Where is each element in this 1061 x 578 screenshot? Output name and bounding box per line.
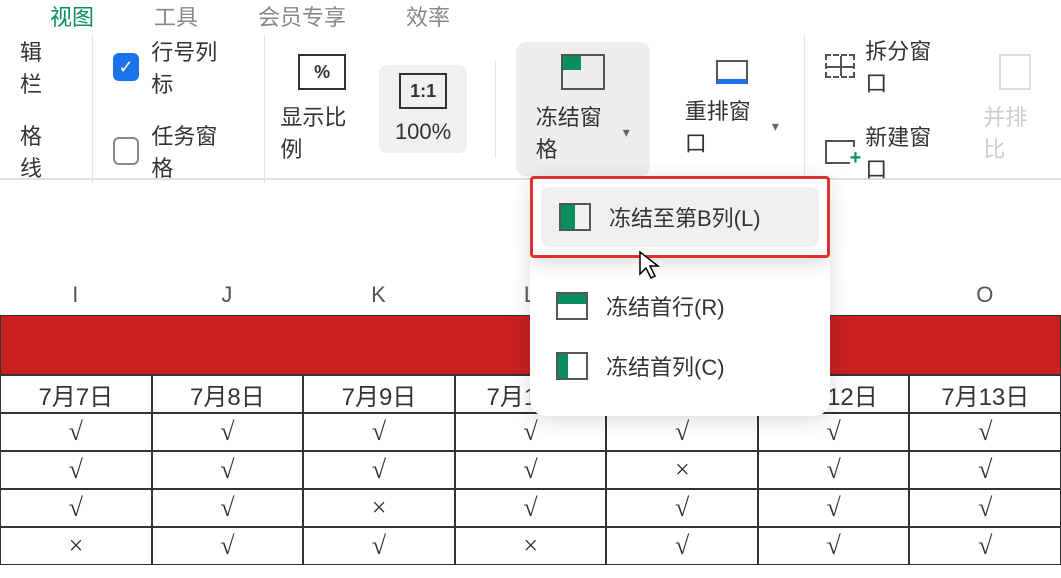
side-by-side-icon <box>999 54 1031 90</box>
chevron-down-icon: ▾ <box>772 118 779 135</box>
chevron-down-icon: ▾ <box>623 124 630 141</box>
cell[interactable]: √ <box>0 489 152 527</box>
gridlines-label: 格线 <box>20 119 62 183</box>
percent-icon: % <box>298 54 346 90</box>
cell[interactable]: 7月8日 <box>152 375 304 413</box>
rearrange-window-button[interactable]: 重排窗口 ▾ <box>670 60 794 158</box>
tab-efficiency[interactable]: 效率 <box>406 0 450 30</box>
zoom-ratio-label: 显示比例 <box>280 100 364 164</box>
cell[interactable]: √ <box>303 451 455 489</box>
cell[interactable]: √ <box>303 413 455 451</box>
tab-bar: 视图 工具 会员专享 效率 <box>0 0 1061 30</box>
split-window-button[interactable]: 拆分窗口 <box>825 34 948 98</box>
freeze-to-col-b-label: 冻结至第B列(L) <box>609 201 761 233</box>
cell[interactable]: √ <box>455 413 607 451</box>
freeze-first-col-item[interactable]: 冻结首列(C) <box>538 336 822 396</box>
ribbon: 辑栏 格线 ✓ 行号列标 任务窗格 % 显示比例 1:1 100% 冻结窗格 ▾ <box>0 30 1061 180</box>
freeze-panes-icon <box>561 54 605 90</box>
checkbox-unchecked-icon <box>113 137 140 165</box>
task-pane-label: 任务窗格 <box>151 119 234 183</box>
side-by-side-label: 并排比 <box>983 100 1046 164</box>
edit-bar-label: 辑栏 <box>20 35 62 99</box>
cell[interactable]: √ <box>0 451 152 489</box>
cell[interactable]: √ <box>152 451 304 489</box>
side-by-side-button: 并排比 <box>968 54 1061 164</box>
freeze-first-col-label: 冻结首列(C) <box>606 350 725 382</box>
freeze-first-row-item[interactable]: 冻结首行(R) <box>538 276 822 336</box>
checkbox-checked-icon: ✓ <box>113 53 139 81</box>
cell[interactable]: √ <box>455 489 607 527</box>
cell[interactable]: × <box>606 451 758 489</box>
freeze-panes-button[interactable]: 冻结窗格 ▾ <box>516 42 650 176</box>
tab-tools[interactable]: 工具 <box>154 0 198 30</box>
cell[interactable]: √ <box>758 413 910 451</box>
cell[interactable]: √ <box>0 413 152 451</box>
cell[interactable]: √ <box>909 527 1061 565</box>
freeze-first-row-icon <box>556 292 588 320</box>
table-row: √ √ √ √ × √ √ <box>0 451 1061 489</box>
zoom-100-button[interactable]: 1:1 100% <box>379 65 467 153</box>
cell[interactable]: √ <box>152 489 304 527</box>
cell[interactable]: √ <box>152 413 304 451</box>
cell[interactable]: √ <box>758 489 910 527</box>
cell[interactable]: √ <box>455 451 607 489</box>
cell[interactable]: × <box>455 527 607 565</box>
new-window-label: 新建窗口 <box>865 120 948 184</box>
table-row: √ √ × √ √ √ √ <box>0 489 1061 527</box>
rearrange-window-icon <box>716 60 748 84</box>
new-window-icon <box>825 140 855 164</box>
zoom-ratio-button[interactable]: % 显示比例 <box>265 54 379 164</box>
cell[interactable]: 7月9日 <box>303 375 455 413</box>
cell[interactable]: √ <box>909 413 1061 451</box>
cell[interactable]: 7月13日 <box>909 375 1061 413</box>
tab-view[interactable]: 视图 <box>50 0 94 30</box>
rearrange-window-label: 重排窗口 <box>685 94 768 158</box>
edit-bar-toggle[interactable]: 辑栏 <box>20 35 62 99</box>
freeze-col-b-icon <box>559 203 591 231</box>
table-row: × √ √ × √ √ √ <box>0 527 1061 565</box>
col-header[interactable]: O <box>909 282 1061 308</box>
freeze-panes-label: 冻结窗格 <box>536 100 619 164</box>
col-header[interactable]: I <box>0 282 152 308</box>
cell[interactable]: √ <box>758 451 910 489</box>
table-row: √ √ √ √ √ √ √ <box>0 413 1061 451</box>
cell[interactable]: √ <box>606 527 758 565</box>
cell[interactable]: √ <box>606 413 758 451</box>
tab-member[interactable]: 会员专享 <box>258 0 346 30</box>
freeze-first-col-icon <box>556 352 588 380</box>
cell[interactable]: √ <box>152 527 304 565</box>
cell[interactable]: √ <box>303 527 455 565</box>
split-window-label: 拆分窗口 <box>865 34 948 98</box>
cell[interactable]: √ <box>909 489 1061 527</box>
new-window-button[interactable]: 新建窗口 <box>825 120 948 184</box>
row-col-label: 行号列标 <box>151 35 234 99</box>
cell[interactable]: √ <box>758 527 910 565</box>
split-window-icon <box>825 54 855 78</box>
freeze-dropdown-highlighted: 冻结至第B列(L) <box>530 176 830 258</box>
freeze-to-col-b-item[interactable]: 冻结至第B列(L) <box>541 187 819 247</box>
one-to-one-icon: 1:1 <box>399 73 447 109</box>
cell[interactable]: × <box>0 527 152 565</box>
freeze-first-row-label: 冻结首行(R) <box>606 290 725 322</box>
cell[interactable]: √ <box>606 489 758 527</box>
row-col-label-toggle[interactable]: ✓ 行号列标 <box>113 35 235 99</box>
task-pane-toggle[interactable]: 任务窗格 <box>113 119 235 183</box>
cell[interactable]: 7月7日 <box>0 375 152 413</box>
gridlines-toggle[interactable]: 格线 <box>20 119 62 183</box>
col-header[interactable]: J <box>152 282 304 308</box>
freeze-dropdown-rest: 冻结首行(R) 冻结首列(C) <box>530 256 830 416</box>
zoom-100-label: 100% <box>395 119 451 145</box>
col-header[interactable]: K <box>303 282 455 308</box>
cell[interactable]: × <box>303 489 455 527</box>
cell[interactable]: √ <box>909 451 1061 489</box>
